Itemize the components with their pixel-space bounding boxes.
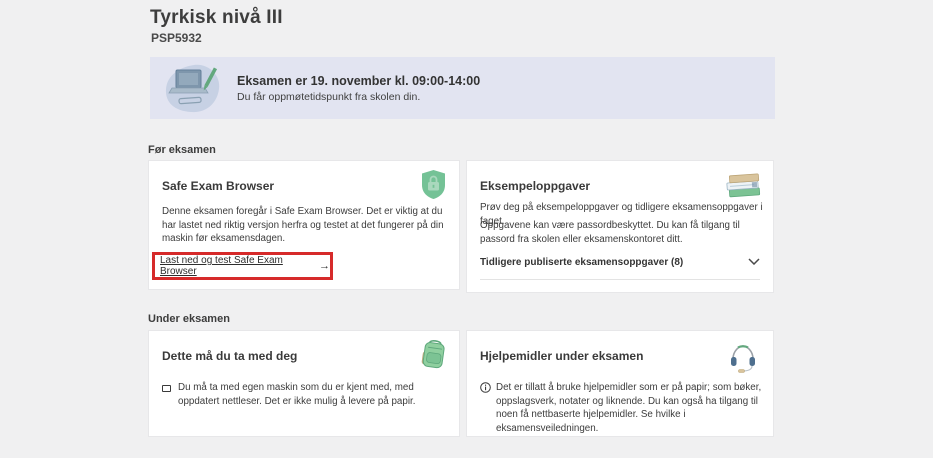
exam-date-heading: Eksamen er 19. november kl. 09:00-14:00 <box>237 74 480 88</box>
card-title: Eksempeloppgaver <box>480 179 590 193</box>
card-title: Dette må du ta med deg <box>162 349 297 363</box>
arrow-right-icon: → <box>319 260 330 272</box>
backpack-icon <box>419 339 447 373</box>
download-seb-link[interactable]: Last ned og test Safe Exam Browser <box>160 255 314 277</box>
example-tasks-card: Eksempeloppgaver Prøv deg på eksempelopp… <box>466 160 774 293</box>
aids-during-exam-card: Hjelpemidler under eksamen Det er tillat… <box>466 330 774 437</box>
laptop-pencil-illustration <box>163 61 225 115</box>
exam-date-banner: Eksamen er 19. november kl. 09:00-14:00 … <box>150 57 775 119</box>
books-stack-icon <box>724 169 761 202</box>
subject-code: PSP5932 <box>151 31 202 45</box>
card-body-text: Denne eksamen foregår i Safe Exam Browse… <box>162 205 454 246</box>
card-title: Safe Exam Browser <box>162 179 274 193</box>
info-circle-icon <box>480 382 491 393</box>
laptop-icon <box>162 385 171 392</box>
info-note-text: Det er tillatt å bruke hjelpemidler som … <box>496 381 764 435</box>
safe-exam-browser-card: Safe Exam Browser Denne eksamen foregår … <box>148 160 460 290</box>
chevron-down-icon <box>748 258 760 265</box>
headphones-icon <box>729 343 757 374</box>
list-item-text: Du må ta med egen maskin som du er kjent… <box>178 381 447 408</box>
list-item: Du må ta med egen maskin som du er kjent… <box>162 381 447 408</box>
bring-with-you-card: Dette må du ta med deg Du må ta med egen… <box>148 330 460 437</box>
previous-exams-accordion[interactable]: Tidligere publiserte eksamensoppgaver (8… <box>480 257 760 280</box>
page-title: Tyrkisk nivå III <box>150 7 283 29</box>
section-label-before-exam: Før eksamen <box>148 144 216 156</box>
info-note: Det er tillatt å bruke hjelpemidler som … <box>480 381 764 435</box>
exam-date-subtext: Du får oppmøtetidspunkt fra skolen din. <box>237 91 480 103</box>
card-body-text: Oppgavene kan være passordbeskyttet. Du … <box>480 219 770 246</box>
red-highlight-rectangle: Last ned og test Safe Exam Browser → <box>152 252 333 280</box>
shield-lock-icon <box>420 169 447 200</box>
section-label-during-exam: Under eksamen <box>148 313 230 325</box>
accordion-label: Tidligere publiserte eksamensoppgaver (8… <box>480 257 683 268</box>
card-title: Hjelpemidler under eksamen <box>480 349 643 363</box>
